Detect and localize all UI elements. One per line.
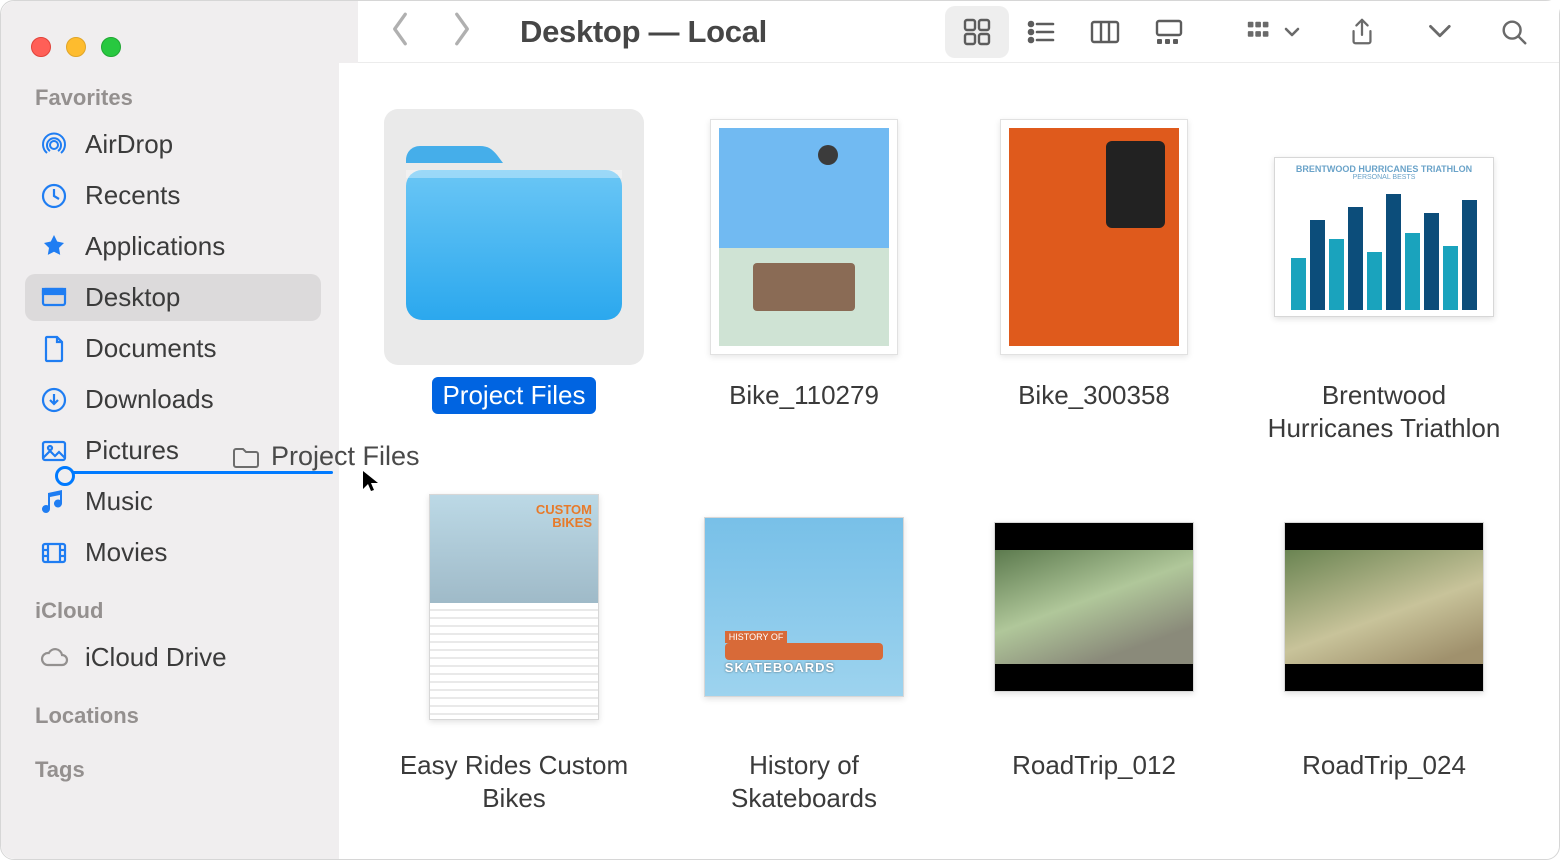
- sidebar-item-label: Pictures: [85, 435, 179, 466]
- search-button[interactable]: [1499, 17, 1529, 47]
- file-item[interactable]: Easy Rides Custom Bikes: [384, 479, 644, 816]
- document-thumbnail: HISTORY OF: [704, 517, 904, 697]
- sidebar-item-documents[interactable]: Documents: [25, 325, 321, 372]
- sidebar-item-label: AirDrop: [85, 129, 173, 160]
- view-switcher: [945, 6, 1201, 58]
- sidebar-item-applications[interactable]: Applications: [25, 223, 321, 270]
- file-label: Bike_300358: [1008, 377, 1180, 414]
- window-body: Favorites AirDrop Recents Applications D…: [1, 63, 1559, 859]
- file-label: Project Files: [432, 377, 595, 414]
- sidebar-header-icloud: iCloud: [35, 598, 311, 624]
- image-thumbnail: [710, 119, 898, 355]
- file-item[interactable]: Project Files: [384, 109, 644, 414]
- airdrop-icon: [39, 130, 69, 160]
- file-label: RoadTrip_024: [1292, 747, 1476, 784]
- document-thumbnail: [429, 494, 599, 720]
- folder-icon: [394, 142, 634, 332]
- toolbar-main: Desktop — Local: [358, 1, 1559, 63]
- view-columns-button[interactable]: [1073, 6, 1137, 58]
- view-gallery-button[interactable]: [1137, 6, 1201, 58]
- sidebar-item-label: Music: [85, 486, 153, 517]
- window-close-button[interactable]: [31, 37, 51, 57]
- traffic-lights: [31, 37, 121, 57]
- file-thumbnail: HISTORY OF: [674, 479, 934, 735]
- file-item[interactable]: Bike_300358: [964, 109, 1224, 414]
- sidebar-item-label: iCloud Drive: [85, 642, 227, 673]
- file-label: History of Skateboards: [674, 747, 934, 816]
- movies-icon: [39, 538, 69, 568]
- sidebar-item-label: Recents: [85, 180, 180, 211]
- sidebar-item-desktop[interactable]: Desktop: [25, 274, 321, 321]
- sidebar-item-icloud-drive[interactable]: iCloud Drive: [25, 634, 321, 681]
- downloads-icon: [39, 385, 69, 415]
- forward-button[interactable]: [448, 8, 474, 55]
- cloud-icon: [39, 643, 69, 673]
- view-list-button[interactable]: [1009, 6, 1073, 58]
- view-icons-button[interactable]: [945, 6, 1009, 58]
- file-label: Brentwood Hurricanes Triathlon: [1254, 377, 1514, 446]
- group-by-button[interactable]: [1245, 17, 1301, 47]
- chevron-down-icon: [1283, 23, 1301, 41]
- file-thumbnail: [674, 109, 934, 365]
- document-thumbnail: BRENTWOOD HURRICANES TRIATHLON PERSONAL …: [1274, 157, 1494, 317]
- file-item[interactable]: Bike_110279: [674, 109, 934, 414]
- file-label: RoadTrip_012: [1002, 747, 1186, 784]
- sidebar-item-label: Downloads: [85, 384, 214, 415]
- sidebar-item-downloads[interactable]: Downloads: [25, 376, 321, 423]
- sidebar-item-label: Documents: [85, 333, 217, 364]
- window-zoom-button[interactable]: [101, 37, 121, 57]
- file-item[interactable]: HISTORY OF History of Skateboards: [674, 479, 934, 816]
- share-button[interactable]: [1347, 17, 1377, 47]
- file-thumbnail: [1254, 479, 1514, 735]
- music-icon: [39, 487, 69, 517]
- file-thumbnail: [384, 479, 644, 735]
- window-minimize-button[interactable]: [66, 37, 86, 57]
- sidebar-header-favorites: Favorites: [35, 85, 311, 111]
- sidebar-item-label: Applications: [85, 231, 225, 262]
- file-thumbnail: [964, 109, 1224, 365]
- sidebar-drop-indicator: [61, 471, 333, 474]
- file-item[interactable]: RoadTrip_012: [964, 479, 1224, 784]
- sidebar-header-locations: Locations: [35, 703, 311, 729]
- applications-icon: [39, 232, 69, 262]
- sidebar: Favorites AirDrop Recents Applications D…: [1, 63, 339, 859]
- sidebar-item-music[interactable]: Music: [25, 478, 321, 525]
- pictures-icon: [39, 436, 69, 466]
- sidebar-item-recents[interactable]: Recents: [25, 172, 321, 219]
- video-thumbnail: [1284, 522, 1484, 692]
- more-toolbar-button[interactable]: [1423, 17, 1453, 47]
- sidebar-item-airdrop[interactable]: AirDrop: [25, 121, 321, 168]
- file-label: Easy Rides Custom Bikes: [384, 747, 644, 816]
- file-thumbnail: [384, 109, 644, 365]
- window-title: Desktop — Local: [520, 14, 767, 50]
- file-label: Bike_110279: [719, 377, 889, 414]
- video-thumbnail: [994, 522, 1194, 692]
- sidebar-item-movies[interactable]: Movies: [25, 529, 321, 576]
- file-item[interactable]: BRENTWOOD HURRICANES TRIATHLON PERSONAL …: [1254, 109, 1514, 446]
- window-toolbar: Desktop — Local: [1, 1, 1559, 63]
- clock-icon: [39, 181, 69, 211]
- back-button[interactable]: [388, 8, 414, 55]
- file-thumbnail: BRENTWOOD HURRICANES TRIATHLON PERSONAL …: [1254, 109, 1514, 365]
- image-thumbnail: [1000, 119, 1188, 355]
- file-thumbnail: [964, 479, 1224, 735]
- file-item[interactable]: RoadTrip_024: [1254, 479, 1514, 784]
- nav-arrows: [388, 8, 474, 55]
- sidebar-header-tags: Tags: [35, 757, 311, 783]
- document-icon: [39, 334, 69, 364]
- file-grid: Project Files Bike_110279 Bike_300358 BR…: [339, 63, 1559, 859]
- sidebar-item-label: Movies: [85, 537, 167, 568]
- toolbar-actions: [1245, 17, 1529, 47]
- sidebar-item-label: Desktop: [85, 282, 180, 313]
- desktop-icon: [39, 283, 69, 313]
